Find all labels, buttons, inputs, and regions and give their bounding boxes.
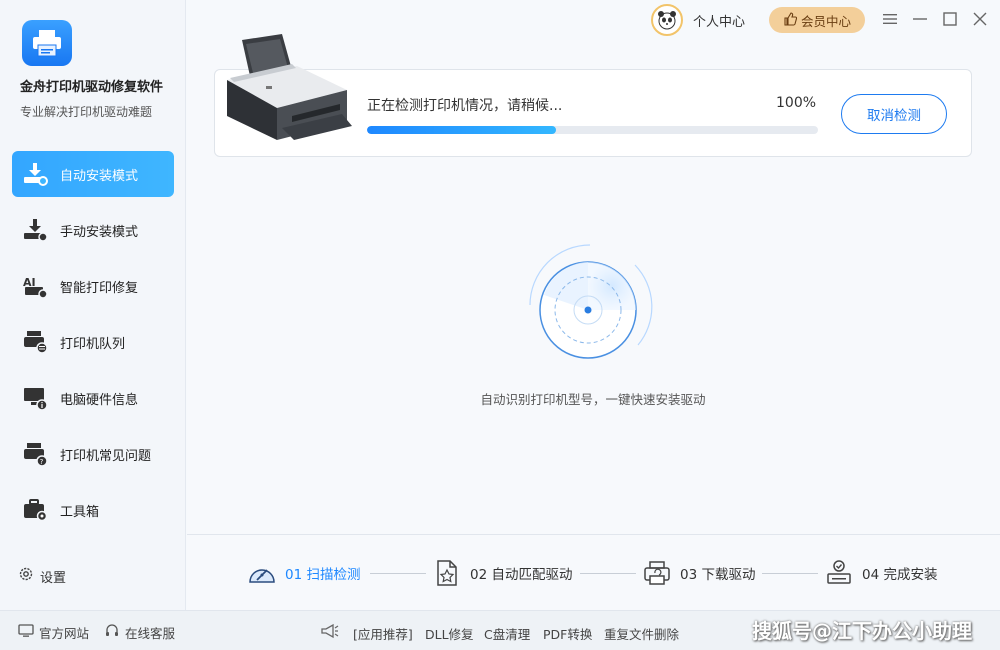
ai-repair-icon: AI xyxy=(22,273,48,299)
footer-link-c-drive-clean[interactable]: C盘清理 xyxy=(484,624,530,643)
step-connector xyxy=(762,573,818,574)
maximize-icon[interactable] xyxy=(941,10,959,28)
footer-link-pdf-convert[interactable]: PDF转换 xyxy=(543,624,592,643)
app-subtitle: 专业解决打印机驱动难题 xyxy=(20,105,153,119)
monitor-icon xyxy=(18,624,34,641)
official-website-label: 官方网站 xyxy=(39,626,90,641)
footer-link-duplicate-delete[interactable]: 重复文件删除 xyxy=(604,624,679,643)
manual-install-icon xyxy=(22,217,48,243)
vip-center-button[interactable]: 会员中心 xyxy=(769,7,865,33)
step-label: 04 完成安装 xyxy=(862,567,938,583)
cancel-scan-button[interactable]: 取消检测 xyxy=(841,94,947,134)
sidebar-item-label: 工具箱 xyxy=(60,504,100,520)
sidebar-item-label: 智能打印修复 xyxy=(60,280,139,296)
sidebar-item-label: 自动安装模式 xyxy=(60,168,139,184)
avatar[interactable] xyxy=(651,4,683,36)
online-service-link[interactable]: 在线客服 xyxy=(104,623,175,642)
step-connector xyxy=(370,573,426,574)
sidebar-item-label: 手动安装模式 xyxy=(60,224,139,240)
settings-label: 设置 xyxy=(40,570,67,586)
printer-faq-icon: ? xyxy=(22,441,48,467)
official-website-link[interactable]: 官方网站 xyxy=(18,623,89,642)
menu-icon[interactable] xyxy=(881,10,899,28)
scan-progress-bar xyxy=(367,126,818,134)
radar-scan-graphic xyxy=(520,235,660,375)
match-file-icon xyxy=(432,558,462,588)
settings-button[interactable]: 设置 xyxy=(18,566,66,586)
online-service-label: 在线客服 xyxy=(125,626,176,641)
step-match-driver: 02 自动匹配驱动 xyxy=(432,558,572,588)
thumbs-up-icon xyxy=(783,11,798,29)
step-label: 03 下载驱动 xyxy=(680,567,756,583)
step-label: 02 自动匹配驱动 xyxy=(470,567,573,583)
gear-icon xyxy=(18,566,34,586)
minimize-icon[interactable] xyxy=(911,10,929,28)
step-scan: 01 扫描检测 xyxy=(247,558,360,588)
megaphone-icon xyxy=(320,623,340,639)
sidebar-item-label: 打印机队列 xyxy=(60,336,126,352)
sidebar-item-printer-queue[interactable]: 打印机队列 xyxy=(12,319,174,365)
vip-center-label: 会员中心 xyxy=(800,13,851,29)
headset-icon xyxy=(104,623,120,642)
sidebar-item-auto-install[interactable]: 自动安装模式 xyxy=(12,151,174,197)
sidebar-item-printer-faq[interactable]: ? 打印机常见问题 xyxy=(12,431,174,477)
step-label: 01 扫描检测 xyxy=(285,567,361,583)
scan-gauge-icon xyxy=(247,558,277,588)
step-install-complete: 04 完成安装 xyxy=(824,558,937,588)
download-printer-icon xyxy=(642,558,672,588)
step-connector xyxy=(580,573,636,574)
app-logo-icon xyxy=(22,20,72,66)
printer-queue-icon xyxy=(22,329,48,355)
svg-text:?: ? xyxy=(40,458,44,466)
scan-percent: 100% xyxy=(776,95,817,111)
sidebar-item-ai-repair[interactable]: AI 智能打印修复 xyxy=(12,263,174,309)
personal-center-link[interactable]: 个人中心 xyxy=(693,11,745,30)
footer-link-dll-repair[interactable]: DLL修复 xyxy=(425,624,474,643)
toolbox-icon xyxy=(22,497,48,523)
scan-status-text: 正在检测打印机情况，请稍候... xyxy=(367,98,563,114)
app-title: 金舟打印机驱动修复软件 xyxy=(20,80,164,95)
footer-link-app-recommend[interactable]: [应用推荐] xyxy=(353,624,413,643)
printer-illustration xyxy=(222,30,352,140)
sidebar-nav: 自动安装模式 手动安装模式 AI 智能打印修复 打印机队列 电脑硬件信息 ? 打… xyxy=(12,151,174,543)
watermark-text: 搜狐号@江下办公小助理 xyxy=(752,619,972,643)
sidebar-item-manual-install[interactable]: 手动安装模式 xyxy=(12,207,174,253)
steps-divider xyxy=(187,534,1000,535)
download-install-icon xyxy=(22,161,48,187)
install-complete-icon xyxy=(824,558,854,588)
sidebar: 金舟打印机驱动修复软件 专业解决打印机驱动难题 自动安装模式 手动安装模式 AI… xyxy=(0,0,186,610)
close-icon[interactable] xyxy=(971,10,989,28)
step-download-driver: 03 下载驱动 xyxy=(642,558,755,588)
radar-caption: 自动识别打印机型号，一键快速安装驱动 xyxy=(480,392,706,407)
sidebar-item-toolbox[interactable]: 工具箱 xyxy=(12,487,174,533)
scan-progress-fill xyxy=(367,126,557,134)
sidebar-item-label: 打印机常见问题 xyxy=(60,448,152,464)
